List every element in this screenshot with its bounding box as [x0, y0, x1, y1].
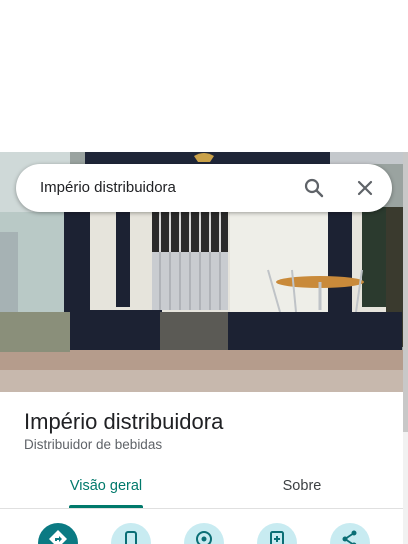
search-bar[interactable]: Império distribuidora	[16, 164, 392, 212]
scrollbar-thumb[interactable]	[403, 152, 408, 432]
save-button[interactable]	[184, 523, 224, 544]
directions-button[interactable]	[38, 523, 78, 544]
tab-about[interactable]: Sobre	[232, 476, 372, 510]
directions-icon	[49, 530, 67, 544]
share-button[interactable]	[330, 523, 370, 544]
place-title: Império distribuidora	[24, 409, 224, 434]
tab-divider	[0, 508, 403, 509]
place-category[interactable]: Distribuidor de bebidas	[24, 437, 162, 452]
add-photo-icon	[270, 531, 284, 544]
search-icon[interactable]	[302, 176, 326, 200]
search-input[interactable]: Império distribuidora	[40, 164, 176, 212]
call-button[interactable]	[111, 523, 151, 544]
location-save-icon	[196, 531, 212, 544]
add-photo-button[interactable]	[257, 523, 297, 544]
share-icon	[342, 530, 357, 544]
close-icon[interactable]	[353, 176, 377, 200]
phone-icon	[125, 531, 137, 544]
